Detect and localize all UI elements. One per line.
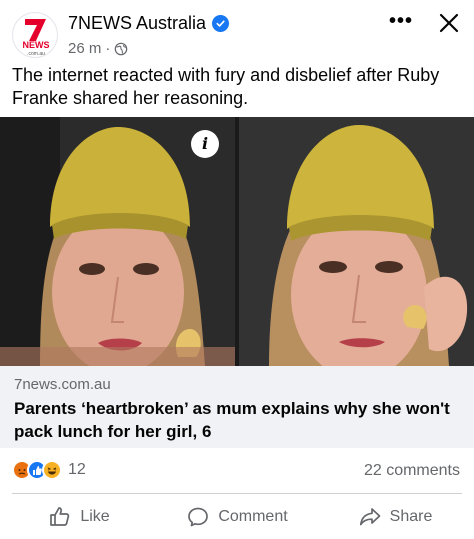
link-title[interactable]: Parents ‘heartbroken’ as mum explains wh… (14, 397, 464, 443)
action-bar: Like Comment Share (0, 496, 474, 538)
page-avatar[interactable]: NEWS .com.au (12, 12, 58, 58)
haha-icon (42, 460, 62, 480)
woman-photo-right (239, 117, 474, 366)
page-name-text[interactable]: 7NEWS Australia (68, 13, 206, 34)
comment-button[interactable]: Comment (158, 496, 316, 538)
7news-logo-icon: NEWS .com.au (19, 19, 53, 57)
comment-icon (188, 507, 209, 527)
comment-label: Comment (218, 508, 288, 525)
post-meta: 26 m · (68, 40, 128, 57)
reactions-summary[interactable]: 12 (12, 460, 86, 480)
comments-count[interactable]: 22 comments (364, 462, 460, 480)
close-icon (439, 13, 459, 33)
link-domain: 7news.com.au (14, 376, 111, 393)
more-options-button[interactable]: ••• (386, 11, 416, 34)
share-button[interactable]: Share (316, 496, 474, 538)
verified-badge-icon (212, 15, 230, 32)
reaction-count: 12 (68, 461, 86, 478)
page-name[interactable]: 7NEWS Australia (68, 13, 230, 34)
post-caption: The internet reacted with fury and disbe… (12, 65, 440, 108)
link-preview[interactable]: 7news.com.au Parents ‘heartbroken’ as mu… (0, 366, 474, 448)
avatar-text: NEWS (23, 40, 50, 50)
info-button[interactable]: i (191, 130, 219, 158)
post-media[interactable]: i (0, 117, 474, 366)
photo-right[interactable] (239, 117, 474, 366)
meta-separator: · (105, 40, 111, 57)
thumbs-up-icon (50, 507, 70, 526)
share-icon (359, 508, 380, 526)
post-header: NEWS .com.au 7NEWS Australia 26 m · ••• (0, 0, 474, 62)
post-timestamp[interactable]: 26 m (68, 40, 101, 57)
like-label: Like (80, 508, 110, 525)
share-label: Share (389, 508, 433, 525)
avatar-subtext: .com.au (27, 51, 45, 57)
divider (12, 493, 462, 494)
close-button[interactable] (436, 10, 462, 36)
post-stats: 12 22 comments (0, 452, 474, 492)
globe-icon (115, 42, 128, 55)
like-button[interactable]: Like (0, 496, 158, 538)
